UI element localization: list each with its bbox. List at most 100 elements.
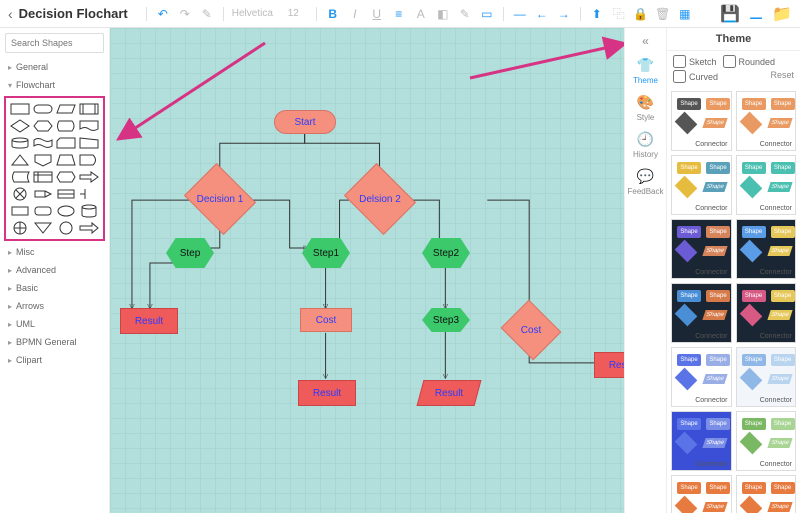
cat-basic[interactable]: Basic <box>0 279 109 297</box>
opt-sketch[interactable]: Sketch <box>673 55 717 68</box>
reset-button[interactable]: Reset <box>770 70 794 83</box>
share-icon[interactable]: ⚊ <box>746 4 766 24</box>
node-result-c[interactable]: Result <box>417 380 482 406</box>
shape-decision[interactable] <box>10 119 30 133</box>
line-style-icon[interactable]: — <box>512 6 528 22</box>
lock-icon[interactable]: 🔒 <box>633 6 649 22</box>
shape-rect2[interactable] <box>10 204 30 218</box>
shape-tape[interactable] <box>33 136 53 150</box>
theme-card[interactable]: ShapeShapeShapeConnector <box>736 219 797 279</box>
font-family-select[interactable]: Helvetica <box>232 8 282 19</box>
shape-cyl[interactable] <box>79 204 99 218</box>
undo-icon[interactable]: ↶ <box>155 6 171 22</box>
shape-sum[interactable] <box>10 187 30 201</box>
node-cost2[interactable]: Cost <box>508 310 554 350</box>
shape-terminator[interactable] <box>33 102 53 116</box>
shape-sort[interactable] <box>33 187 53 201</box>
theme-card[interactable]: ShapeShapeShapeConnector <box>671 347 732 407</box>
shape-tri[interactable] <box>10 153 30 167</box>
node-step[interactable]: Step <box>166 238 214 268</box>
shape-stored[interactable] <box>10 170 30 184</box>
collapse-icon[interactable]: « <box>642 34 649 48</box>
folder-icon[interactable]: 📁 <box>772 4 792 24</box>
line-color-icon[interactable]: ▭ <box>479 6 495 22</box>
theme-card[interactable]: ShapeShapeShapeConnector <box>671 219 732 279</box>
opt-rounded[interactable]: Rounded <box>723 55 776 68</box>
shape-note[interactable] <box>79 187 99 201</box>
shape-card[interactable] <box>56 136 76 150</box>
fill-icon[interactable]: ◧ <box>435 6 451 22</box>
arrow-start-icon[interactable]: ← <box>534 6 550 22</box>
copy-icon[interactable]: ⿻ <box>611 6 627 22</box>
node-start[interactable]: Start <box>274 110 336 134</box>
rail-feedback[interactable]: 💬FeedBack <box>627 167 663 196</box>
cat-advanced[interactable]: Advanced <box>0 261 109 279</box>
theme-card[interactable]: ShapeShapeShapeConnector <box>736 411 797 471</box>
redo-icon[interactable]: ↷ <box>177 6 193 22</box>
arrow-end-icon[interactable]: → <box>556 6 572 22</box>
shape-extract[interactable] <box>56 221 76 235</box>
node-step3[interactable]: Step3 <box>422 308 470 332</box>
search-input[interactable] <box>5 33 104 53</box>
shape-oarrow[interactable] <box>79 221 99 235</box>
theme-card[interactable]: ShapeShapeShapeConnector <box>736 155 797 215</box>
theme-card[interactable]: ShapeShapeShapeConnector <box>736 347 797 407</box>
theme-card[interactable]: ShapeShapeShapeConnector <box>671 411 732 471</box>
rail-history[interactable]: 🕘History <box>633 130 658 159</box>
delete-icon[interactable]: 🗑 <box>655 6 671 22</box>
shape-offpage[interactable] <box>33 153 53 167</box>
bold-icon[interactable]: B <box>325 6 341 22</box>
node-result-b[interactable]: Result <box>298 380 356 406</box>
node-decision1[interactable]: Decision 1 <box>192 176 248 222</box>
node-result-a[interactable]: Result <box>120 308 178 334</box>
shape-or[interactable] <box>10 221 30 235</box>
opt-curved[interactable]: Curved <box>673 70 718 83</box>
theme-card[interactable]: ShapeShapeShapeConnector <box>736 91 797 151</box>
shape-delay[interactable] <box>79 153 99 167</box>
brush-icon[interactable]: ✎ <box>199 6 215 22</box>
shape-ellipse[interactable] <box>56 204 76 218</box>
node-result-d[interactable]: Result <box>594 352 624 378</box>
cat-clipart[interactable]: Clipart <box>0 351 109 369</box>
shape-predef[interactable] <box>79 102 99 116</box>
shape-collate[interactable] <box>56 187 76 201</box>
grid-icon[interactable]: ▦ <box>677 6 693 22</box>
theme-card[interactable]: ShapeShapeShapeConnector <box>671 283 732 343</box>
shape-arrow[interactable] <box>79 170 99 184</box>
shape-db[interactable] <box>10 136 30 150</box>
node-cost1[interactable]: Cost <box>300 308 352 332</box>
italic-icon[interactable]: I <box>347 6 363 22</box>
cat-misc[interactable]: Misc <box>0 243 109 261</box>
shape-hexagon[interactable] <box>33 119 53 133</box>
node-step2[interactable]: Step2 <box>422 238 470 268</box>
align-icon[interactable]: ≡ <box>391 6 407 22</box>
theme-card[interactable]: ShapeShapeShapeConnector <box>736 283 797 343</box>
rail-theme[interactable]: 👕Theme <box>633 56 658 85</box>
theme-card[interactable]: ShapeShapeShapeConnector <box>671 475 732 513</box>
shape-process[interactable] <box>10 102 30 116</box>
cat-flowchart[interactable]: Flowchart <box>0 76 109 94</box>
font-size-select[interactable]: 12 <box>288 8 308 19</box>
cat-arrows[interactable]: Arrows <box>0 297 109 315</box>
shape-merge[interactable] <box>33 221 53 235</box>
shape-round2[interactable] <box>33 204 53 218</box>
theme-card[interactable]: ShapeShapeShapeConnector <box>736 475 797 513</box>
theme-card[interactable]: ShapeShapeShapeConnector <box>671 91 732 151</box>
front-icon[interactable]: ⬆ <box>589 6 605 22</box>
cat-general[interactable]: General <box>0 58 109 76</box>
rail-style[interactable]: 🎨Style <box>637 93 655 122</box>
shape-display[interactable] <box>56 119 76 133</box>
back-icon[interactable]: ‹ <box>8 6 13 22</box>
shape-manual[interactable] <box>79 136 99 150</box>
shape-doc[interactable] <box>79 119 99 133</box>
canvas[interactable]: Start Decision 1 Delsion 2 Step Step1 St… <box>110 28 624 513</box>
shape-trap[interactable] <box>56 153 76 167</box>
shape-internal[interactable] <box>33 170 53 184</box>
theme-card[interactable]: ShapeShapeShapeConnector <box>671 155 732 215</box>
save-icon[interactable]: 💾 <box>720 4 740 24</box>
font-color-icon[interactable]: A <box>413 6 429 22</box>
cat-bpmn[interactable]: BPMN General <box>0 333 109 351</box>
cat-uml[interactable]: UML <box>0 315 109 333</box>
shape-loop[interactable] <box>56 170 76 184</box>
shape-io[interactable] <box>56 102 76 116</box>
